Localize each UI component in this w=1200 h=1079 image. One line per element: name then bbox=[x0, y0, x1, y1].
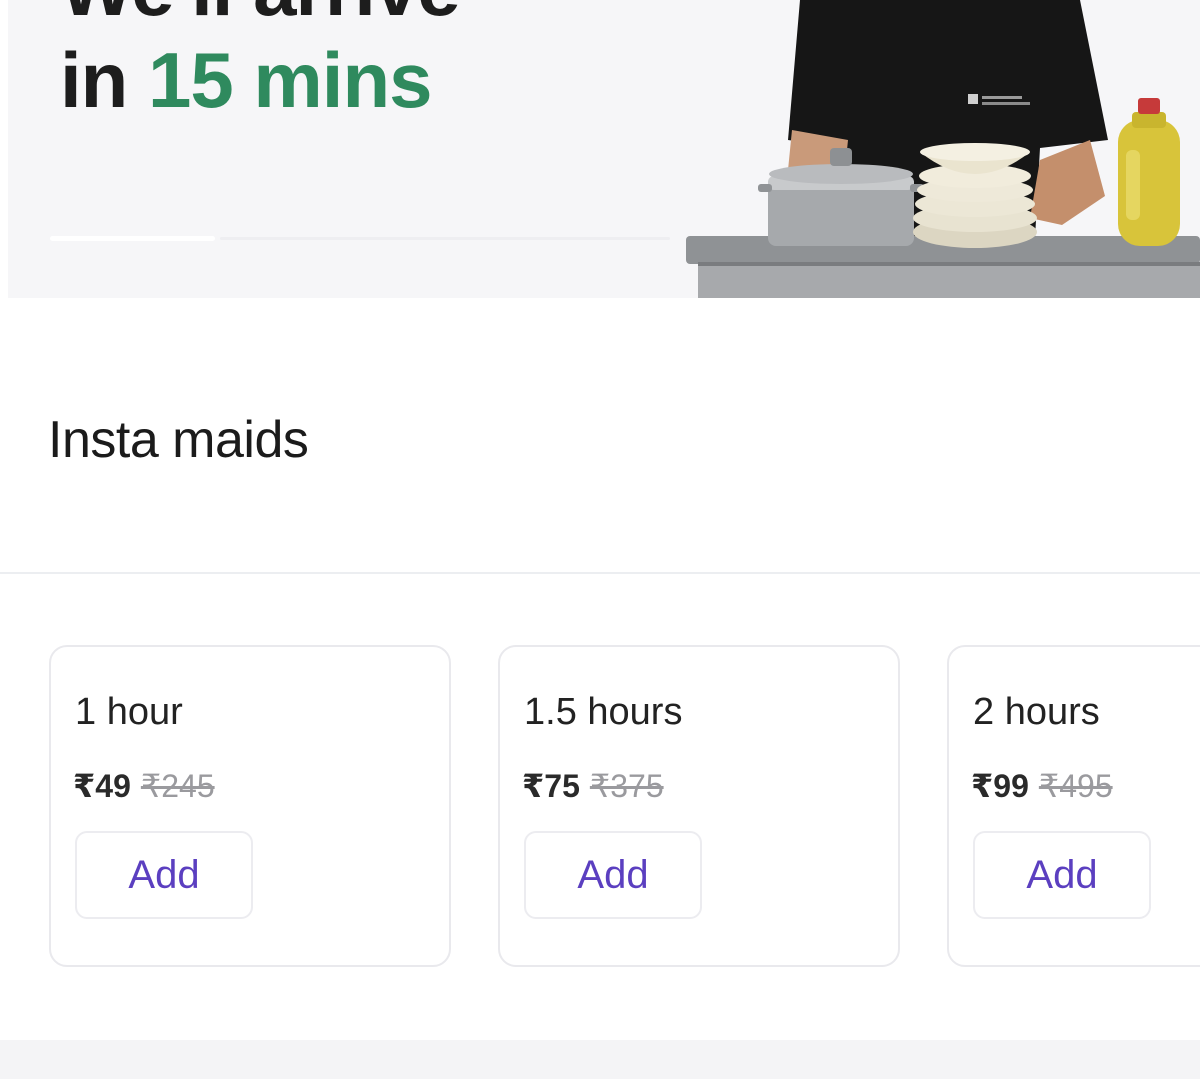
price-original: ₹375 bbox=[589, 768, 664, 804]
hero-title-line2: in 15 mins bbox=[60, 34, 460, 126]
price-current: ₹49 bbox=[73, 768, 131, 804]
package-card-2-hours[interactable]: 2 hours ₹99 ₹495 Add bbox=[947, 645, 1200, 967]
section-divider bbox=[0, 572, 1200, 574]
kitchen-counter-front bbox=[698, 264, 1200, 298]
carousel-indicator[interactable] bbox=[50, 236, 670, 242]
package-duration: 1 hour bbox=[75, 691, 183, 733]
hero-title-accent: 15 mins bbox=[148, 36, 432, 124]
worker-right-arm bbox=[1030, 140, 1105, 225]
hero-banner[interactable]: We'll arrive in 15 mins bbox=[0, 0, 1200, 298]
package-price: ₹49 ₹245 bbox=[73, 767, 215, 805]
uniform-badge bbox=[968, 94, 978, 104]
bottom-section-divider bbox=[0, 1040, 1200, 1079]
hero-title-prefix: in bbox=[60, 36, 148, 124]
page: We'll arrive in 15 mins bbox=[0, 0, 1200, 1079]
carousel-indicator-active[interactable] bbox=[50, 236, 215, 241]
price-current: ₹75 bbox=[522, 768, 580, 804]
price-current: ₹99 bbox=[971, 768, 1029, 804]
maid-kitchen-illustration bbox=[686, 0, 1200, 298]
add-button[interactable]: Add bbox=[973, 831, 1151, 919]
section-title: Insta maids bbox=[48, 411, 309, 469]
package-card-1-hour[interactable]: 1 hour ₹49 ₹245 Add bbox=[49, 645, 451, 967]
package-duration: 1.5 hours bbox=[524, 691, 683, 733]
carousel-indicator-track bbox=[220, 237, 670, 240]
hero-title-line1: We'll arrive bbox=[60, 0, 461, 34]
hero-edge bbox=[0, 0, 8, 298]
add-button[interactable]: Add bbox=[75, 831, 253, 919]
price-original: ₹495 bbox=[1038, 768, 1113, 804]
package-price: ₹99 ₹495 bbox=[971, 767, 1113, 805]
package-duration: 2 hours bbox=[973, 691, 1100, 733]
package-price: ₹75 ₹375 bbox=[522, 767, 664, 805]
add-button[interactable]: Add bbox=[524, 831, 702, 919]
package-card-1-5-hours[interactable]: 1.5 hours ₹75 ₹375 Add bbox=[498, 645, 900, 967]
price-original: ₹245 bbox=[140, 768, 215, 804]
hero-title: We'll arrive in 15 mins bbox=[60, 0, 461, 126]
